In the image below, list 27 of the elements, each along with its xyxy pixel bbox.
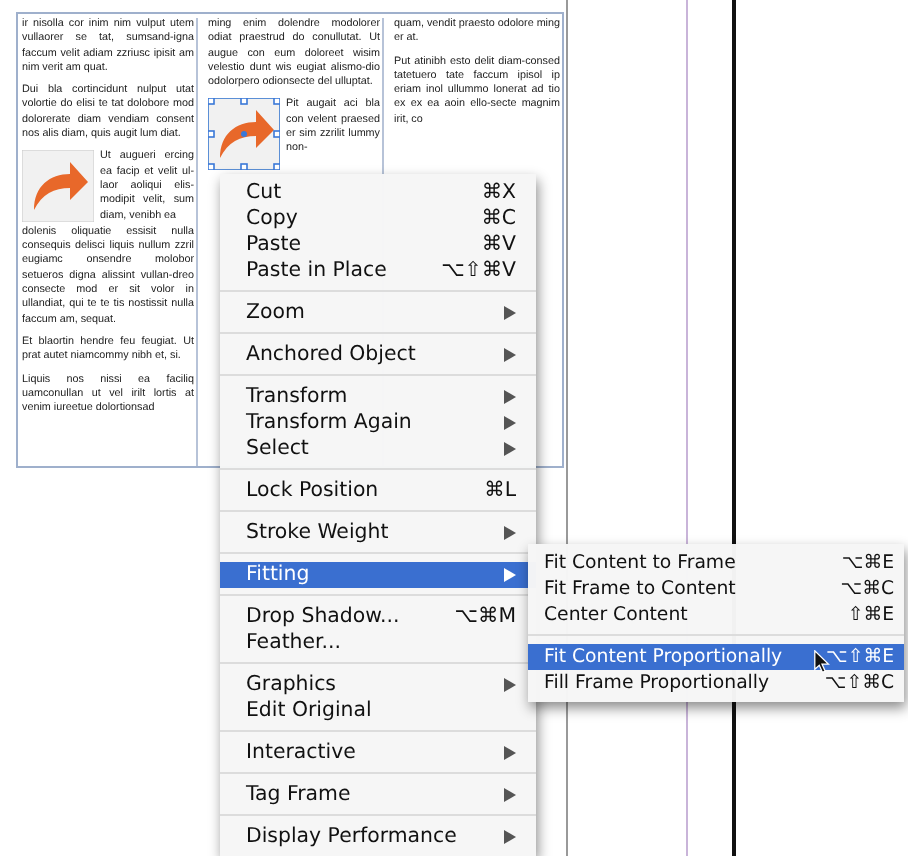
menu-item[interactable]: Edit Original xyxy=(220,698,536,724)
menu-item[interactable]: Stroke Weight xyxy=(220,520,536,546)
menu-item[interactable]: Transform Again xyxy=(220,410,536,436)
submenu-arrow-icon xyxy=(504,788,516,802)
submenu-arrow-icon xyxy=(504,348,516,362)
pointer-icon xyxy=(814,650,830,674)
curved-arrow-image[interactable] xyxy=(208,98,280,171)
menu-item[interactable]: Interactive xyxy=(220,740,536,766)
menu-item[interactable]: Anchored Object xyxy=(220,342,536,368)
submenu-arrow-icon xyxy=(504,568,516,582)
submenu-arrow-icon xyxy=(504,830,516,844)
submenu-arrow-icon xyxy=(504,526,516,540)
submenu-arrow-icon xyxy=(504,678,516,692)
menu-item[interactable]: Lock Position ⌘L xyxy=(220,478,536,504)
menu-item[interactable]: Tag Frame xyxy=(220,782,536,808)
menu-item[interactable]: Select xyxy=(220,436,536,462)
menu-item[interactable]: Paste ⌘V xyxy=(220,232,536,258)
menu-item[interactable]: Paste in Place ⌥⇧⌘V xyxy=(220,258,536,284)
menu-item[interactable]: Transform xyxy=(220,384,536,410)
menu-item[interactable]: Cut ⌘X xyxy=(220,180,536,206)
submenu-arrow-icon xyxy=(504,746,516,760)
menu-item[interactable]: Display Performance xyxy=(220,824,536,850)
menu-item[interactable]: Copy ⌘C xyxy=(220,206,536,232)
submenu-arrow-icon xyxy=(504,306,516,320)
menu-item[interactable]: Zoom xyxy=(220,300,536,326)
menu-item[interactable]: Fit Content Proportionally ⌥⇧⌘E xyxy=(528,644,904,670)
curved-arrow-image[interactable] xyxy=(22,150,94,223)
